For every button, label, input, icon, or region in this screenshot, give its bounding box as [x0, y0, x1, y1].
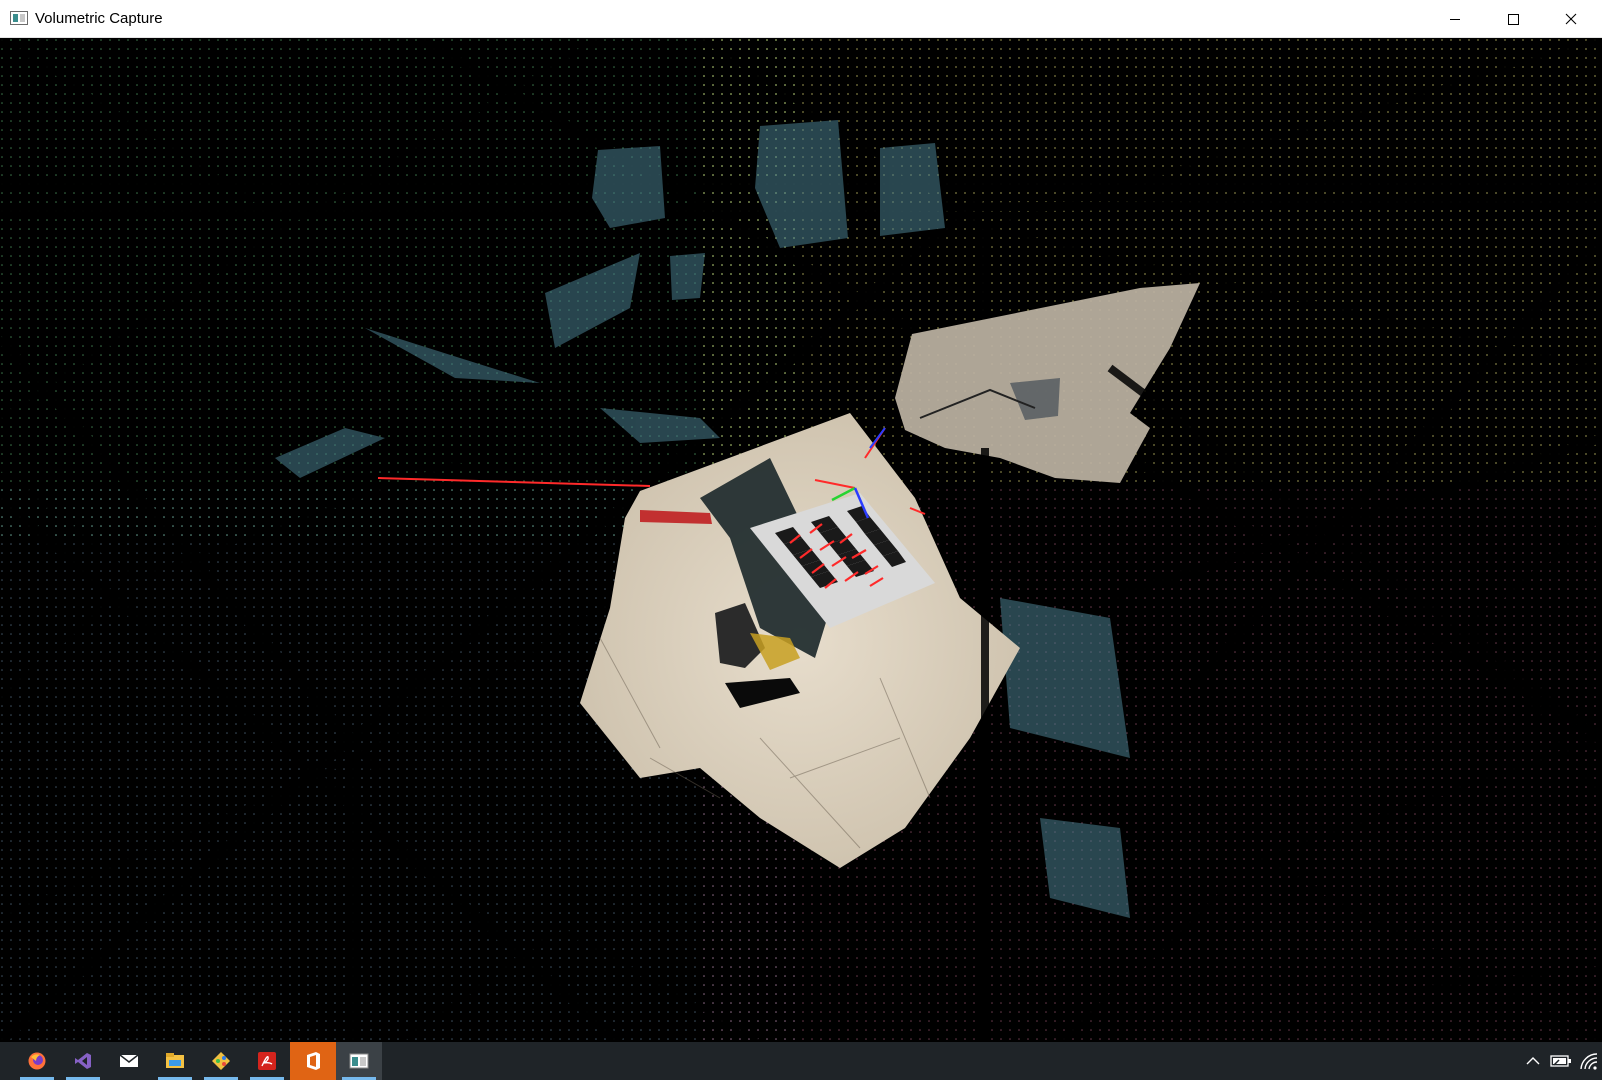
volumetric-capture-icon [349, 1053, 369, 1069]
maximize-icon [1508, 13, 1519, 25]
git-icon [212, 1052, 230, 1070]
taskbar-firefox[interactable] [14, 1042, 60, 1080]
acrobat-icon [258, 1052, 276, 1070]
battery-icon [1550, 1055, 1571, 1067]
taskbar-file-explorer[interactable] [152, 1042, 198, 1080]
close-icon [1565, 13, 1577, 24]
minimize-icon [1450, 18, 1460, 20]
window-title: Volumetric Capture [35, 10, 163, 27]
taskbar-mail[interactable] [106, 1042, 152, 1080]
tray-show-hidden[interactable] [1520, 1042, 1546, 1080]
firefox-icon [28, 1052, 46, 1070]
taskbar-acrobat[interactable] [244, 1042, 290, 1080]
app-window-icon[interactable] [10, 11, 28, 25]
taskbar-visual-studio[interactable] [60, 1042, 106, 1080]
wifi-icon [1580, 1053, 1598, 1070]
taskbar [0, 1042, 1602, 1080]
mail-icon [119, 1054, 139, 1067]
visual-studio-icon [75, 1053, 91, 1069]
minimize-button[interactable] [1426, 0, 1484, 37]
app-window: Volumetric Capture [0, 0, 1602, 1042]
tray-battery[interactable] [1548, 1042, 1574, 1080]
maximize-button[interactable] [1484, 0, 1542, 37]
taskbar-office[interactable] [290, 1042, 336, 1080]
file-explorer-icon [166, 1053, 184, 1068]
title-bar[interactable]: Volumetric Capture [0, 0, 1602, 38]
office-icon [307, 1052, 320, 1070]
tray-network[interactable] [1576, 1042, 1602, 1080]
point-cloud-viewport[interactable] [0, 38, 1602, 1042]
chevron-up-icon [1526, 1057, 1540, 1065]
taskbar-git[interactable] [198, 1042, 244, 1080]
close-button[interactable] [1542, 0, 1600, 37]
taskbar-volumetric-capture[interactable] [336, 1042, 382, 1080]
point-cloud-canvas [0, 38, 1602, 1042]
